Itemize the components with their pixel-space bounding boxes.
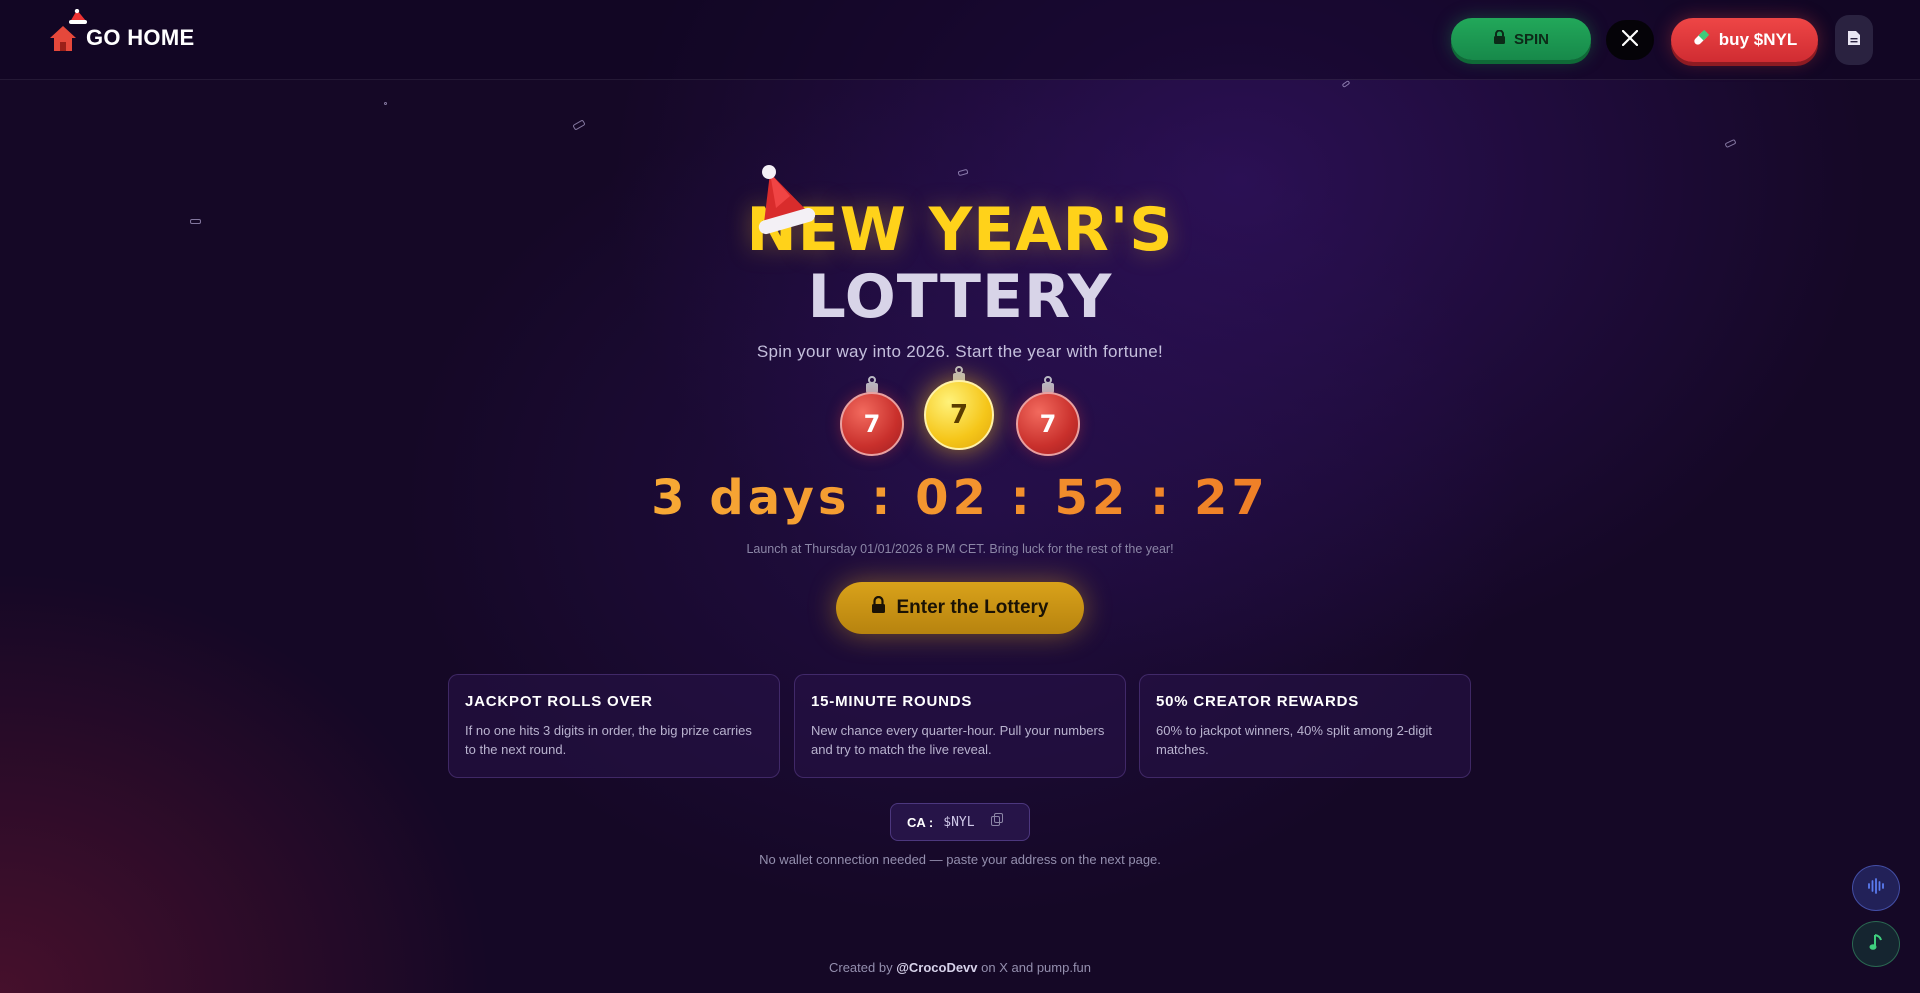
feature-card-jackpot: JACKPOT ROLLS OVER If no one hits 3 digi… xyxy=(448,674,780,778)
enter-lottery-button[interactable]: Enter the Lottery xyxy=(836,582,1084,634)
document-icon xyxy=(1847,30,1861,51)
spin-button[interactable]: SPIN xyxy=(1451,18,1591,60)
footer-credit: Created by @CrocoDevv on X and pump.fun xyxy=(0,960,1920,975)
whitepaper-button[interactable] xyxy=(1835,15,1873,65)
lottery-ball-1: 7 xyxy=(840,392,904,456)
pill-icon xyxy=(1692,29,1710,52)
logo-text: GO HOME xyxy=(86,25,195,50)
lottery-balls: 7 7 7 xyxy=(0,362,1920,462)
confetti-piece xyxy=(572,119,586,131)
x-logo-icon xyxy=(1621,29,1639,51)
footer-suffix: on X and pump.fun xyxy=(981,960,1092,975)
spin-label: SPIN xyxy=(1513,30,1549,48)
enter-lottery-label: Enter the Lottery xyxy=(896,597,1049,618)
countdown-text: 3 days : 02 : 52 : 27 xyxy=(651,470,1269,526)
house-icon xyxy=(48,9,87,53)
santa-hat-icon xyxy=(69,9,87,24)
buy-label: buy $NYL xyxy=(1718,30,1798,49)
hero-subtitle: Spin your way into 2026. Start the year … xyxy=(756,342,1164,361)
no-wallet-note: No wallet connection needed — paste your… xyxy=(759,852,1161,867)
lottery-ball-2: 7 xyxy=(924,380,994,450)
feature-card-rounds: 15-MINUTE ROUNDS New chance every quarte… xyxy=(794,674,1126,778)
creator-handle-link[interactable]: @CrocoDevv xyxy=(896,960,977,975)
lock-icon xyxy=(1493,29,1506,49)
sound-effects-toggle[interactable] xyxy=(1852,865,1900,911)
footer-prefix: Created by xyxy=(828,960,893,975)
feature-card-body: New chance every quarter-hour. Pull your… xyxy=(811,723,1105,757)
countdown-timer: 3 days : 02 : 52 : 27 xyxy=(0,470,1920,526)
ca-label: CA : xyxy=(907,814,934,830)
feature-card-body: 60% to jackpot winners, 40% split among … xyxy=(1156,723,1433,757)
ca-value: $NYL xyxy=(943,814,975,830)
hero-title: NEW YEAR'S LOTTERY xyxy=(0,195,1920,329)
x-social-button[interactable] xyxy=(1606,20,1654,60)
lottery-ball-3: 7 xyxy=(1016,392,1080,456)
feature-card-title: 15-MINUTE ROUNDS xyxy=(811,693,973,710)
feature-card-title: 50% CREATOR REWARDS xyxy=(1156,693,1360,710)
lock-icon xyxy=(871,595,886,620)
sound-wave-icon xyxy=(1867,877,1885,899)
launch-note: Launch at Thursday 01/01/2026 8 PM CET. … xyxy=(746,542,1174,556)
confetti-piece xyxy=(1724,138,1737,149)
contract-address-copy[interactable]: CA : $NYL xyxy=(890,803,1030,841)
feature-card-rewards: 50% CREATOR REWARDS 60% to jackpot winne… xyxy=(1139,674,1471,778)
title-line-2: LOTTERY xyxy=(807,262,1113,332)
feature-card-body: If no one hits 3 digits in order, the bi… xyxy=(465,723,752,757)
santa-hat-icon xyxy=(758,165,816,235)
confetti-piece xyxy=(957,168,969,177)
title-line-1: NEW YEAR'S xyxy=(746,195,1174,265)
feature-card-title: JACKPOT ROLLS OVER xyxy=(465,693,653,710)
music-toggle[interactable] xyxy=(1852,921,1900,967)
confetti-piece xyxy=(384,102,387,105)
buy-token-button[interactable]: buy $NYL xyxy=(1671,18,1818,62)
confetti-piece xyxy=(1341,80,1351,88)
music-note-icon xyxy=(1869,933,1883,956)
top-nav: GO HOME SPIN buy $NYL xyxy=(0,0,1920,80)
copy-icon[interactable] xyxy=(990,813,1003,831)
home-logo-link[interactable]: GO HOME xyxy=(48,9,195,56)
